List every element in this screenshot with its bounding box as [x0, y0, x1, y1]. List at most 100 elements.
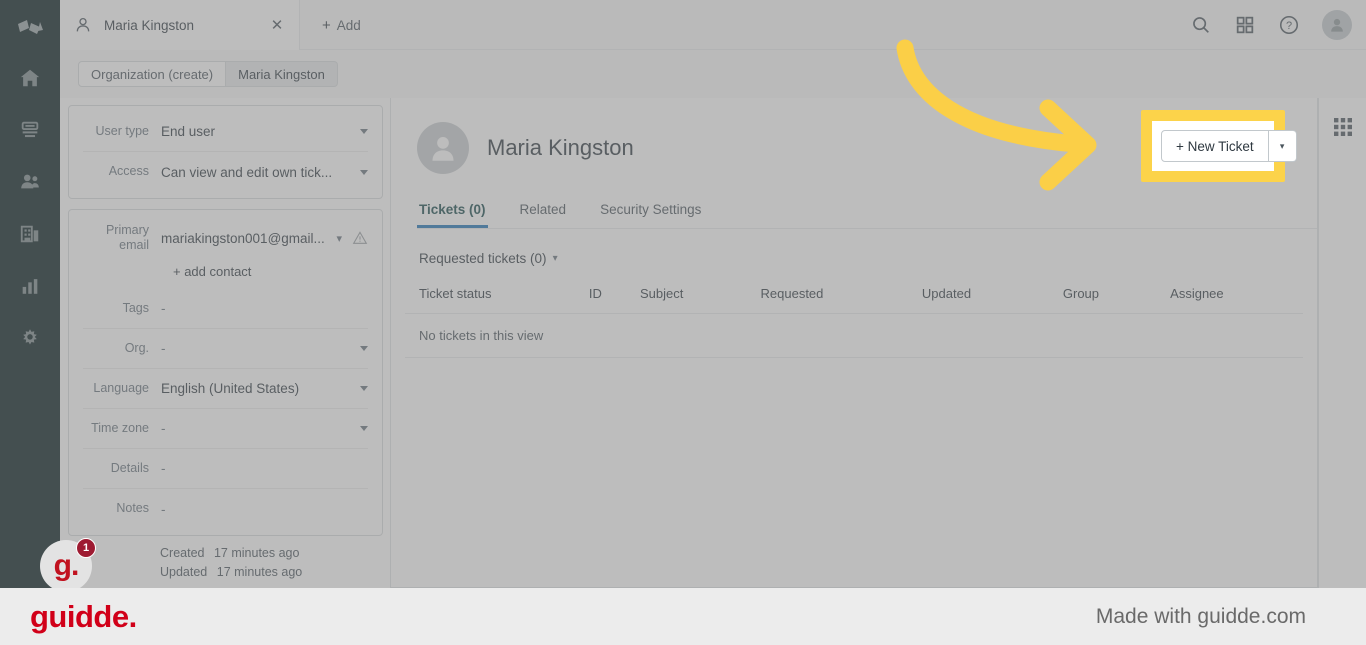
- tab-label: Maria Kingston: [104, 17, 195, 33]
- chevron-down-icon[interactable]: [360, 129, 368, 134]
- field-value: -: [161, 501, 166, 517]
- requested-tickets-label: Requested tickets (0): [419, 251, 547, 266]
- tickets-table-body: No tickets in this view: [405, 313, 1303, 358]
- tab-related[interactable]: Related: [518, 196, 569, 228]
- field-label: Details: [110, 460, 149, 475]
- field-time-zone[interactable]: Time zone -: [83, 409, 368, 449]
- apps-rail: [1318, 98, 1366, 588]
- add-tab-button[interactable]: + Add: [312, 0, 371, 50]
- svg-text:?: ?: [1286, 20, 1292, 32]
- tickets-table-head: Ticket status ID Subject Requested Updat…: [405, 282, 1303, 314]
- field-value: -: [161, 461, 166, 476]
- field-details[interactable]: Details -: [83, 449, 368, 489]
- field-label: Access: [108, 164, 149, 179]
- home-icon: [20, 69, 40, 87]
- add-contact-link[interactable]: + add contact: [83, 260, 368, 289]
- sidebar-item-reporting[interactable]: [0, 260, 60, 312]
- sidebar-item-organizations[interactable]: [0, 208, 60, 260]
- chevron-down-icon[interactable]: [360, 346, 368, 351]
- plus-icon: +: [322, 16, 331, 34]
- field-label: Notes: [116, 501, 149, 516]
- col-requested[interactable]: Requested: [760, 282, 922, 314]
- zendesk-logo[interactable]: [0, 8, 60, 52]
- empty-state-message: No tickets in this view: [405, 313, 1303, 358]
- add-tab-label: Add: [336, 17, 361, 33]
- field-primary-email[interactable]: Primary email mariakingston001@gmail... …: [83, 216, 368, 260]
- sidebar-item-views[interactable]: [0, 104, 60, 156]
- avatar[interactable]: [1322, 10, 1352, 40]
- tab-security-settings[interactable]: Security Settings: [598, 196, 703, 228]
- apps-grid-icon[interactable]: [1333, 118, 1352, 136]
- guidde-badge-count: 1: [76, 538, 96, 558]
- field-access[interactable]: Access Can view and edit own tick...: [83, 152, 368, 192]
- views-list-icon: [21, 121, 39, 138]
- created-label: Created: [160, 546, 205, 560]
- building-icon: [20, 225, 39, 243]
- tab-tickets[interactable]: Tickets (0): [417, 196, 488, 228]
- app-root: Maria Kingston ✕ + Add ? Organization (c…: [0, 0, 1366, 645]
- field-label: Org.: [124, 340, 149, 355]
- subtab-organization-create[interactable]: Organization (create): [78, 61, 227, 87]
- col-group[interactable]: Group: [1062, 282, 1171, 314]
- field-value: End user: [161, 124, 216, 139]
- field-value: Can view and edit own tick...: [161, 164, 333, 180]
- field-tags[interactable]: Tags -: [83, 289, 368, 329]
- bar-chart-icon: [22, 279, 38, 294]
- col-id[interactable]: ID: [588, 282, 640, 314]
- field-value: -: [161, 301, 166, 316]
- new-ticket-button-group: + New Ticket ▾: [1161, 130, 1297, 162]
- field-user-type[interactable]: User type End user: [83, 112, 368, 152]
- subtab-maria-kingston[interactable]: Maria Kingston: [226, 61, 338, 87]
- breadcrumb: Organization (create) Maria Kingston: [78, 61, 338, 87]
- user-properties-panel: User type End user Access Can view and e…: [68, 105, 383, 584]
- apps-grid-icon[interactable]: [1234, 14, 1256, 36]
- field-value: English (United States): [161, 381, 300, 396]
- created-timestamp: Created 17 minutes ago: [160, 546, 383, 560]
- tab-maria-kingston[interactable]: Maria Kingston ✕: [60, 0, 300, 50]
- profile-avatar: [417, 122, 469, 174]
- requested-tickets-dropdown[interactable]: Requested tickets (0) ▾: [419, 251, 558, 266]
- col-updated[interactable]: Updated: [921, 282, 1063, 314]
- left-nav-rail: [0, 0, 60, 588]
- table-header-row: Ticket status ID Subject Requested Updat…: [405, 282, 1303, 314]
- timestamps: Created 17 minutes ago Updated 17 minute…: [68, 546, 383, 579]
- col-assignee[interactable]: Assignee: [1170, 282, 1303, 314]
- sidebar-item-settings[interactable]: [0, 312, 60, 364]
- field-org[interactable]: Org. -: [83, 329, 368, 369]
- field-value: mariakingston001@gmail...: [161, 230, 325, 246]
- chevron-down-icon[interactable]: ▾: [336, 232, 342, 245]
- new-ticket-button[interactable]: + New Ticket: [1161, 130, 1269, 162]
- guidde-logo: guidde.: [30, 598, 137, 634]
- help-icon[interactable]: ?: [1278, 14, 1300, 36]
- updated-timestamp: Updated 17 minutes ago: [160, 565, 383, 579]
- updated-value: 17 minutes ago: [216, 565, 303, 579]
- search-icon[interactable]: [1190, 14, 1212, 36]
- page-title: Maria Kingston: [487, 135, 634, 160]
- avatar-person-icon: [432, 137, 454, 161]
- chevron-down-icon[interactable]: [360, 169, 368, 175]
- sidebar-item-customers[interactable]: [0, 156, 60, 208]
- new-ticket-dropdown-caret[interactable]: ▾: [1268, 130, 1297, 162]
- user-icon: [76, 17, 90, 32]
- field-label: User type: [95, 123, 150, 138]
- field-language[interactable]: Language English (United States): [83, 369, 368, 409]
- warning-triangle-icon: [352, 231, 368, 244]
- chevron-down-icon[interactable]: [360, 426, 368, 431]
- nav-items: [0, 52, 60, 364]
- sidebar-item-home[interactable]: [0, 52, 60, 104]
- field-label: Primary email: [105, 223, 149, 252]
- avatar-person-icon: [1331, 18, 1343, 32]
- chevron-down-icon[interactable]: [360, 386, 368, 391]
- created-value: 17 minutes ago: [213, 546, 300, 560]
- updated-label: Updated: [160, 565, 208, 579]
- gear-icon: [23, 329, 37, 345]
- guidde-footer: guidde. Made with guidde.com: [0, 588, 1366, 645]
- field-notes[interactable]: Notes -: [83, 489, 368, 529]
- col-ticket-status[interactable]: Ticket status: [405, 282, 589, 314]
- subtab-label: Organization (create): [91, 66, 214, 82]
- chevron-down-icon: ▾: [1279, 140, 1285, 151]
- col-subject[interactable]: Subject: [639, 282, 761, 314]
- table-row-empty: No tickets in this view: [405, 313, 1303, 358]
- properties-card-basic: User type End user Access Can view and e…: [68, 105, 383, 199]
- close-icon[interactable]: ✕: [269, 17, 285, 33]
